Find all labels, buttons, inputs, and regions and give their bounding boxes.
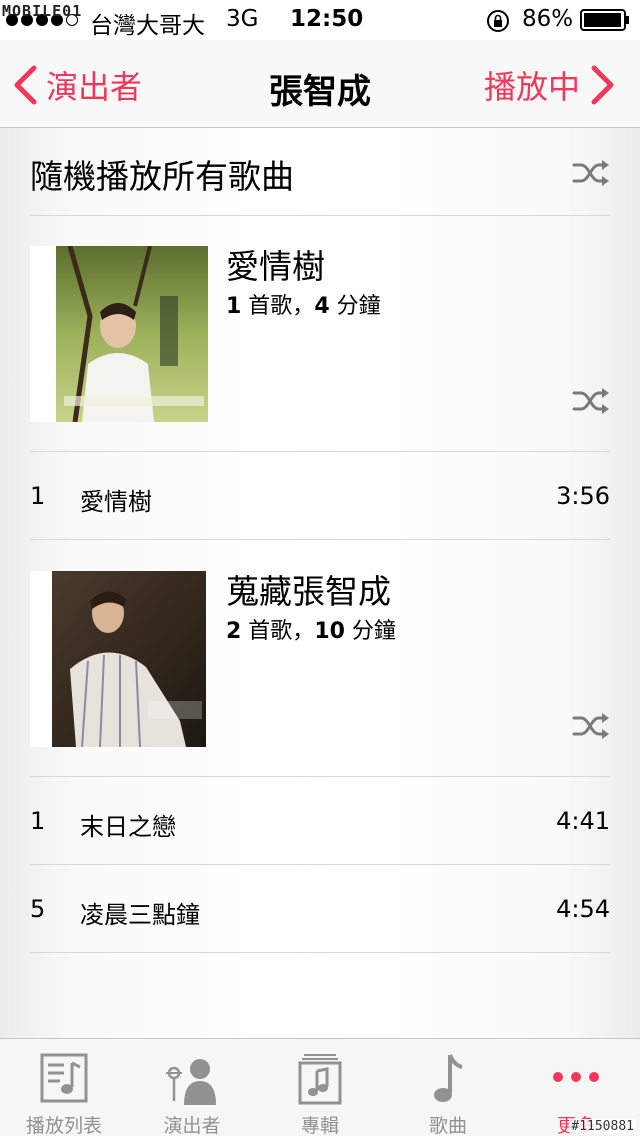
track-name: 凌晨三點鐘	[80, 901, 200, 929]
watermark-id: #1150881	[569, 1119, 636, 1134]
album-song-count: 2	[226, 619, 242, 644]
track-number: 1	[30, 482, 46, 510]
album-header[interactable]: 愛情樹 1 首歌，4 分鐘	[30, 216, 610, 452]
now-playing-label: 播放中	[483, 68, 580, 106]
track-duration: 4:54	[556, 895, 610, 923]
back-button-label: 演出者	[46, 68, 143, 106]
tab-label: 歌曲	[428, 1115, 467, 1136]
album-cover-art	[30, 246, 208, 422]
album-duration-unit: 分鐘	[344, 619, 396, 644]
album-duration: 4	[314, 294, 330, 319]
track-name: 愛情樹	[80, 488, 152, 516]
shuffle-icon[interactable]	[572, 711, 610, 741]
artist-icon	[166, 1059, 216, 1105]
shuffle-all-row[interactable]: 隨機播放所有歌曲	[30, 128, 610, 216]
shuffle-all-label: 隨機播放所有歌曲	[30, 157, 294, 196]
album-song-unit: 首歌，	[241, 294, 315, 319]
battery-percentage: 86%	[522, 6, 574, 32]
tab-albums[interactable]: 專輯	[256, 1039, 384, 1136]
track-row[interactable]: 5 凌晨三點鐘 4:54	[30, 865, 610, 953]
track-row[interactable]: 1 末日之戀 4:41	[30, 777, 610, 865]
back-button[interactable]: 演出者	[12, 62, 142, 108]
album-song-unit: 首歌，	[241, 619, 315, 644]
tab-songs[interactable]: 歌曲	[384, 1039, 512, 1136]
tab-label: 播放列表	[25, 1115, 102, 1136]
album-meta: 1 首歌，4 分鐘	[226, 288, 381, 320]
tab-bar: 播放列表 演出者 專輯 歌曲	[0, 1038, 640, 1136]
tab-label: 演出者	[163, 1115, 221, 1136]
chevron-right-icon	[591, 65, 614, 105]
more-icon	[553, 1072, 599, 1082]
tab-label: 專輯	[300, 1115, 339, 1136]
track-name: 末日之戀	[80, 813, 176, 841]
battery-icon	[580, 9, 629, 31]
carrier-name: 台灣大哥大	[90, 13, 205, 39]
status-bar: MOBILE01 台灣大哥大 3G 12:50 86%	[0, 0, 640, 40]
album-title: 愛情樹	[226, 247, 325, 286]
album-meta: 2 首歌，10 分鐘	[226, 613, 396, 645]
playlist-icon	[40, 1053, 88, 1103]
watermark-logo: MOBILE01	[2, 2, 83, 20]
shuffle-icon	[572, 160, 609, 186]
track-number: 5	[30, 895, 46, 923]
track-number: 1	[30, 807, 46, 835]
track-row[interactable]: 1 愛情樹 3:56	[30, 452, 610, 540]
track-duration: 3:56	[556, 482, 610, 510]
rotation-lock-icon	[487, 10, 509, 32]
album-duration: 10	[314, 619, 345, 644]
navigation-bar: 演出者 張智成 播放中	[0, 40, 640, 128]
network-type: 3G	[226, 6, 259, 32]
album-duration-unit: 分鐘	[329, 294, 381, 319]
status-clock: 12:50	[290, 6, 364, 32]
chevron-left-icon	[14, 65, 37, 105]
album-title: 蒐藏張智成	[226, 572, 391, 611]
shuffle-icon[interactable]	[572, 386, 610, 416]
album-cover-art	[30, 571, 208, 747]
track-duration: 4:41	[556, 807, 610, 835]
album-icon	[298, 1054, 342, 1105]
now-playing-button[interactable]: 播放中	[484, 62, 616, 108]
tab-artists[interactable]: 演出者	[128, 1039, 256, 1136]
album-header[interactable]: 蒐藏張智成 2 首歌，10 分鐘	[30, 541, 610, 777]
song-icon	[434, 1054, 463, 1102]
tab-playlists[interactable]: 播放列表	[0, 1039, 128, 1136]
album-song-count: 1	[226, 294, 242, 319]
